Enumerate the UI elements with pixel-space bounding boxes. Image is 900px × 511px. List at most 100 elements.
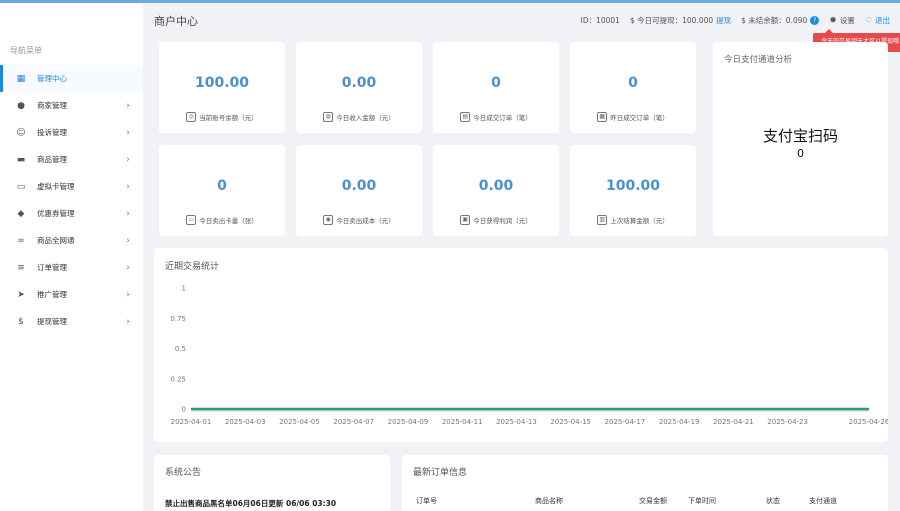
stat-card: 0.00 ◉ 今日卖出成本（元） — [296, 145, 422, 236]
unsettled-balance: $ 未结余额：0.090 ? — [741, 15, 820, 26]
notice-card: 系统公告 禁止出售商品黑名单06月06日更新 06/06 03:30 — [154, 455, 390, 511]
stat-label: 上次结算金额（元） — [610, 217, 669, 225]
stat-label-row: ▣ 今日获得利润（元） — [433, 215, 559, 225]
stat-label: 今日卖出成本（元） — [336, 217, 395, 225]
stat-value: 0 — [628, 75, 638, 91]
list-icon: ≡ — [17, 262, 25, 273]
y-tick-label: 0.75 — [170, 315, 186, 323]
x-tick-label: 2025-04-17 — [605, 418, 646, 426]
sidebar-item-7[interactable]: ≡ 订单管理 › — [0, 254, 143, 281]
chevron-right-icon: › — [126, 154, 130, 165]
smile-icon: ☺ — [16, 127, 26, 138]
sidebar-item-label: 商品全网通 — [37, 236, 75, 245]
order-icon: ▤ — [460, 112, 471, 122]
x-tick-label: 2025-04-09 — [388, 418, 429, 426]
stat-value: 0.00 — [341, 75, 377, 91]
sidebar-item-3[interactable]: ▬ 商品管理 › — [0, 146, 143, 173]
sidebar-item-4[interactable]: ▭ 虚拟卡管理 › — [0, 173, 143, 200]
y-tick-label: 0 — [182, 406, 186, 414]
stat-card: 100.00 ▥ 上次结算金额（元） — [570, 145, 696, 236]
stat-card: 0 ▤ 今日成交订单（笔） — [433, 42, 559, 133]
y-tick-label: 0.25 — [170, 375, 186, 383]
calendar-icon: ▦ — [597, 112, 608, 122]
nav-title: 导航菜单 — [10, 46, 42, 55]
heart-icon: ♡ — [864, 16, 872, 25]
chevron-right-icon: › — [126, 289, 130, 300]
link-icon: ∞ — [17, 235, 25, 246]
header-right: ID：10001 $ 今日可提现：100.000 提现 $ 未结余额：0.090… — [581, 15, 890, 26]
stat-value: 0.00 — [478, 178, 514, 194]
stat-label-row: ◍ 今日收入金额（元） — [296, 112, 422, 122]
shop-icon: ▬ — [16, 154, 26, 165]
info-icon[interactable]: ? — [810, 16, 820, 25]
income-icon: ◍ — [323, 112, 334, 122]
stat-value: 100.00 — [605, 178, 661, 194]
stat-label-row: ▤ 今日成交订单（笔） — [433, 112, 559, 122]
sidebar-item-label: 投诉管理 — [37, 128, 67, 137]
stat-label-row: ◎ 当前账号余额（元） — [159, 112, 285, 122]
stat-card: 100.00 ◎ 当前账号余额（元） — [159, 42, 285, 133]
stat-label: 今日成交订单（笔） — [473, 114, 532, 122]
sidebar-item-label: 提现管理 — [37, 317, 67, 326]
stat-card: 0 ▦ 昨日成交订单（笔） — [570, 42, 696, 133]
settle-icon: ▥ — [597, 215, 608, 225]
withdrawable-text: $ 今日可提现：100.000 — [629, 16, 714, 25]
unsettled-text: $ 未结余额：0.090 — [741, 16, 808, 25]
channel-count: 0 — [797, 147, 804, 160]
sidebar-item-label: 商家管理 — [37, 101, 67, 110]
gear-icon: ✹ — [829, 15, 837, 26]
x-tick-label: 2025-04-26 — [849, 418, 888, 426]
sidebar-item-0[interactable]: ▦ 管理中心 — [0, 65, 143, 92]
stat-label: 今日收入金额（元） — [336, 114, 395, 122]
sidebar-item-1[interactable]: ● 商家管理 › — [0, 92, 143, 119]
sidebar-item-8[interactable]: ➤ 推广管理 › — [0, 281, 143, 308]
withdraw-link[interactable]: 提现 — [716, 15, 731, 26]
channel-analysis-card: 今日支付通道分析 支付宝扫码 0 — [713, 42, 888, 236]
notice-item[interactable]: 禁止出售商品黑名单06月06日更新 06/06 03:30 — [165, 498, 336, 509]
stat-label: 今日获得利润（元） — [473, 217, 532, 225]
x-tick-label: 2025-04-03 — [225, 418, 266, 426]
stat-label-row: ▦ 昨日成交订单（笔） — [570, 112, 696, 122]
stat-card: 0 ▭ 今日卖出卡量（张） — [159, 145, 285, 236]
y-tick-label: 1 — [182, 285, 186, 293]
merchant-id: ID：10001 — [580, 16, 620, 25]
chevron-right-icon: › — [126, 316, 130, 327]
trade-chart: 0 0.25 0.5 0.75 1 2025-04-01 2025-04-03 2025-04… — [170, 285, 888, 427]
chevron-right-icon: › — [126, 235, 130, 246]
sidebar-item-5[interactable]: ◆ 优惠券管理 › — [0, 200, 143, 227]
order-column-header: 订单号 — [416, 497, 437, 505]
stat-value: 0 — [491, 75, 501, 91]
orders-card: 最新订单信息 订单号 商品名称 交易金额 下单时间 状态 支付通道 — [402, 455, 888, 511]
dashboard-icon: ▦ — [16, 73, 26, 84]
x-tick-label: 2025-04-01 — [171, 418, 212, 426]
tag-icon: ◆ — [17, 208, 25, 219]
notice-title: 系统公告 — [165, 468, 202, 478]
sidebar-item-6[interactable]: ∞ 商品全网通 › — [0, 227, 143, 254]
x-tick-label: 2025-04-23 — [767, 418, 808, 426]
profit-icon: ▣ — [460, 215, 471, 225]
chevron-right-icon: › — [126, 181, 130, 192]
sidebar-item-9[interactable]: $ 提现管理 › — [0, 308, 143, 335]
x-tick-label: 2025-04-19 — [659, 418, 700, 426]
card-icon: ▭ — [186, 215, 197, 225]
order-column-header: 交易金额 — [639, 497, 667, 505]
logout-button[interactable]: ♡ 退出 — [865, 15, 890, 26]
stat-value: 0.00 — [341, 178, 377, 194]
card-icon: ▭ — [16, 181, 26, 192]
logout-label: 退出 — [875, 16, 890, 25]
channel-title: 今日支付通道分析 — [724, 55, 793, 65]
sidebar: 导航菜单 ▦ 管理中心 ● 商家管理 › ☺ 投诉管理 › ▬ 商品管理 › ▭ 虚拟卡管理 › ◆ 优惠券管… — [0, 3, 143, 511]
header: 商户中心 ID：10001 $ 今日可提现：100.000 提现 $ 未结余额：… — [143, 3, 900, 52]
send-icon: ➤ — [17, 289, 25, 300]
x-tick-label: 2025-04-21 — [713, 418, 754, 426]
chevron-right-icon: › — [126, 100, 130, 111]
sidebar-item-2[interactable]: ☺ 投诉管理 › — [0, 119, 143, 146]
sidebar-item-label: 推广管理 — [37, 290, 67, 299]
sidebar-item-label: 虚拟卡管理 — [37, 182, 75, 191]
settings-button[interactable]: ✹ 设置 — [829, 15, 855, 26]
x-tick-label: 2025-04-15 — [550, 418, 591, 426]
sidebar-item-label: 商品管理 — [37, 155, 67, 164]
dollar-icon: $ — [18, 316, 24, 327]
chevron-right-icon: › — [126, 262, 130, 273]
x-tick-label: 2025-04-07 — [333, 418, 374, 426]
